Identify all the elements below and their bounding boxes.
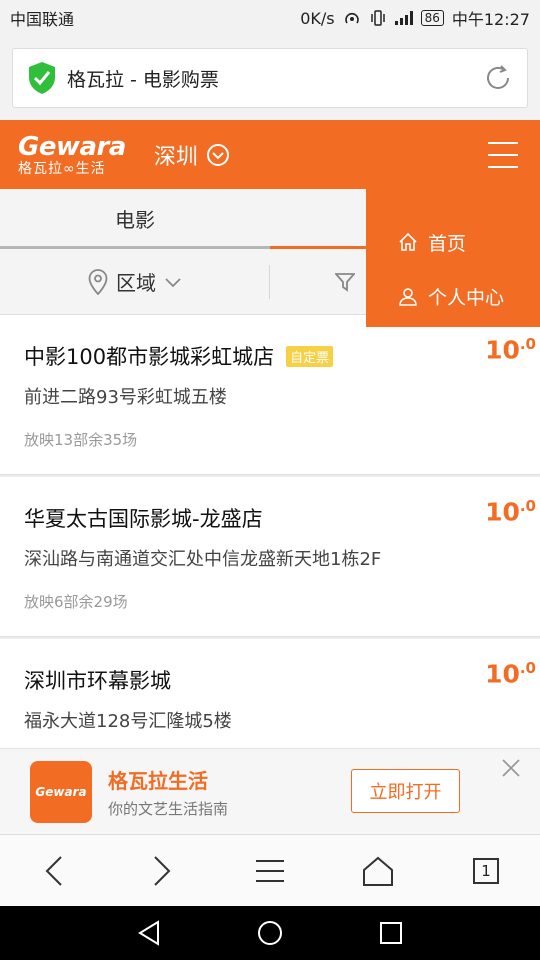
cinema-shows: 放映13部余35场 xyxy=(24,431,138,449)
cinema-name: 中影100都市影城彩虹城店 xyxy=(24,345,275,369)
page-title: 格瓦拉 - 电影购票 xyxy=(67,68,219,91)
banner-text: 格瓦拉生活 你的文艺生活指南 xyxy=(108,765,228,819)
menu-item-label: 首页 xyxy=(428,232,467,255)
city-label: 深圳 xyxy=(153,144,198,170)
menu-item-label: 个人中心 xyxy=(428,286,505,309)
cinema-price: 10.0 xyxy=(485,497,536,527)
tab-movies[interactable]: 电影 xyxy=(0,189,270,249)
close-icon[interactable] xyxy=(500,757,522,779)
tab-label: 电影 xyxy=(115,208,155,232)
logo-subtext: 格瓦拉∞生活 xyxy=(18,160,106,177)
chevron-down-circle-icon xyxy=(206,143,229,166)
chevron-down-icon xyxy=(165,277,181,287)
cinema-title: 中影100都市影城彩虹城店 自定票 xyxy=(24,341,516,371)
cinema-address: 深汕路与南通道交汇处中信龙盛新天地1栋2F xyxy=(24,549,382,570)
forward-button[interactable] xyxy=(132,841,192,901)
nav-back-icon[interactable] xyxy=(137,920,161,946)
open-app-button[interactable]: 立即打开 xyxy=(351,769,460,813)
logo-text: Gewara xyxy=(18,131,126,162)
chevron-right-icon xyxy=(154,855,171,886)
wifi-hotspot-icon xyxy=(344,12,359,24)
cinema-title: 深圳市环幕影城 xyxy=(24,665,516,695)
hamburger-menu-icon[interactable] xyxy=(488,142,518,168)
cinema-shows: 放映6部余29场 xyxy=(24,593,128,611)
menu-icon xyxy=(256,859,284,882)
refresh-icon[interactable] xyxy=(483,63,513,93)
tab-count: 1 xyxy=(473,857,499,884)
cinema-card[interactable]: 华夏太古国际影城-龙盛店 深汕路与南通道交汇处中信龙盛新天地1栋2F 放映6部余… xyxy=(0,477,540,637)
banner-title: 格瓦拉生活 xyxy=(108,768,208,793)
banner-subtitle: 你的文艺生活指南 xyxy=(108,799,229,818)
cinema-price: 10.0 xyxy=(485,659,536,689)
cinema-address: 前进二路93号彩虹城五楼 xyxy=(24,387,227,408)
gewara-logo[interactable]: Gewara 格瓦拉∞生活 xyxy=(18,134,126,176)
nav-recents-icon[interactable] xyxy=(379,921,403,945)
cinema-card[interactable]: 中影100都市影城彩虹城店 自定票 前进二路93号彩虹城五楼 放映13部余35场… xyxy=(0,315,540,475)
cinema-list: 中影100都市影城彩虹城店 自定票 前进二路93号彩虹城五楼 放映13部余35场… xyxy=(0,315,540,801)
home-outline-icon xyxy=(363,856,393,886)
vibrate-icon xyxy=(370,10,385,26)
signal-icon xyxy=(394,11,413,25)
status-indicators: 0K/s 86 中午12:27 xyxy=(300,6,530,30)
nav-home-icon[interactable] xyxy=(256,919,284,947)
user-icon xyxy=(399,288,417,306)
menu-item-profile[interactable]: 个人中心 xyxy=(366,269,540,323)
battery-icon: 86 xyxy=(420,10,444,26)
network-speed: 0K/s xyxy=(300,8,335,28)
nav-dropdown-menu: 首页 个人中心 xyxy=(366,189,540,327)
cinema-name: 华夏太古国际影城-龙盛店 xyxy=(24,507,263,531)
system-nav-bar xyxy=(0,906,540,960)
chevron-left-icon xyxy=(45,855,62,886)
location-pin-icon xyxy=(88,268,108,295)
cinema-address: 福永大道128号汇隆城5楼 xyxy=(24,711,232,732)
filter-funnel-icon xyxy=(335,272,355,292)
menu-button[interactable] xyxy=(240,841,300,901)
menu-item-home[interactable]: 首页 xyxy=(366,215,540,269)
home-button[interactable] xyxy=(348,841,408,901)
browser-toolbar: 1 xyxy=(0,834,540,906)
app-banner: Gewara 格瓦拉生活 你的文艺生活指南 立即打开 xyxy=(0,748,540,834)
clock: 中午12:27 xyxy=(451,10,530,29)
area-filter[interactable]: 区域 xyxy=(0,249,270,314)
status-bar: 中国联通 0K/s 86 中午12:27 xyxy=(0,0,540,36)
carrier-label: 中国联通 xyxy=(10,10,75,29)
home-icon xyxy=(399,232,417,251)
tabs-button[interactable]: 1 xyxy=(456,841,516,901)
cinema-name: 深圳市环幕影城 xyxy=(24,669,171,693)
app-header: Gewara 格瓦拉∞生活 深圳 xyxy=(0,120,540,189)
cinema-title: 华夏太古国际影城-龙盛店 xyxy=(24,503,516,533)
address-bar[interactable]: 格瓦拉 - 电影购票 xyxy=(12,48,528,108)
filter-divider xyxy=(269,265,270,299)
secure-shield-icon xyxy=(29,62,55,94)
address-bar-area: 格瓦拉 - 电影购票 xyxy=(0,36,540,120)
city-selector[interactable]: 深圳 xyxy=(154,139,230,171)
gewara-app-icon: Gewara xyxy=(30,760,92,823)
seat-select-badge: 自定票 xyxy=(286,345,334,367)
cinema-price: 10.0 xyxy=(485,335,536,365)
area-filter-label: 区域 xyxy=(116,271,156,295)
back-button[interactable] xyxy=(24,841,84,901)
